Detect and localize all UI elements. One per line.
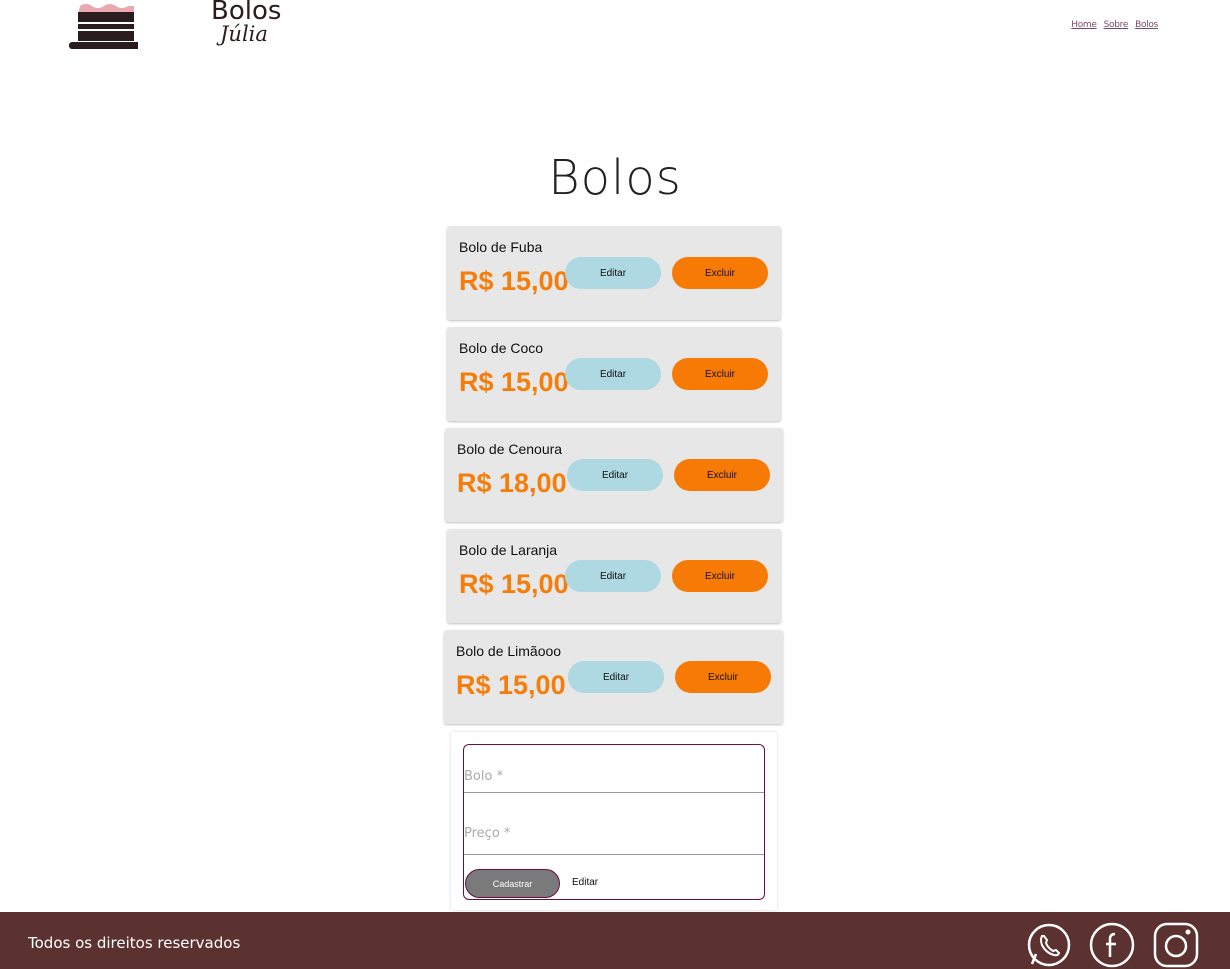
nav-sobre-link[interactable]: Sobre [1104, 20, 1129, 30]
whatsapp-icon[interactable] [1026, 922, 1072, 968]
cake-form: Cadastrar Editar [463, 744, 765, 900]
delete-button[interactable]: Excluir [675, 661, 771, 693]
copyright-text: Todos os direitos reservados [28, 934, 241, 952]
preco-field [464, 793, 764, 864]
edit-button[interactable]: Editar [568, 661, 664, 693]
edit-button[interactable]: Editar [567, 459, 663, 491]
delete-button[interactable]: Excluir [672, 560, 768, 592]
cake-name: Bolo de Cenoura [457, 441, 563, 457]
cake-price: R$ 15,00 [456, 670, 566, 700]
site-logo[interactable]: Bolos Júlia [68, 0, 281, 52]
edit-button[interactable]: Editar [565, 560, 661, 592]
cadastrar-button[interactable]: Cadastrar [465, 869, 560, 898]
bolo-field [464, 745, 764, 800]
cake-card: Bolo de Fuba R$ 15,00 Editar Excluir [447, 226, 781, 320]
edit-button[interactable]: Editar [565, 358, 661, 390]
preco-input[interactable] [464, 793, 764, 864]
instagram-icon[interactable] [1153, 922, 1199, 968]
cake-card: Bolo de Coco R$ 15,00 Editar Excluir [447, 327, 781, 421]
cake-card: Bolo de Cenoura R$ 18,00 Editar Excluir [445, 428, 783, 522]
main-nav: Home Sobre Bolos [1071, 20, 1158, 30]
cake-price: R$ 15,00 [459, 569, 569, 599]
site-footer: Todos os direitos reservados [0, 912, 1230, 969]
delete-button[interactable]: Excluir [672, 257, 768, 289]
edit-button[interactable]: Editar [565, 257, 661, 289]
cake-name: Bolo de Limãooo [456, 643, 562, 659]
cake-logo-icon [69, 4, 138, 49]
cake-price: R$ 18,00 [457, 468, 567, 498]
form-edit-link[interactable]: Editar [572, 877, 598, 888]
cake-name: Bolo de Fuba [459, 239, 543, 255]
cake-card: Bolo de Laranja R$ 15,00 Editar Excluir [447, 529, 781, 623]
nav-bolos-link[interactable]: Bolos [1135, 20, 1158, 30]
bolo-input[interactable] [464, 745, 764, 800]
facebook-icon[interactable] [1089, 922, 1135, 968]
delete-button[interactable]: Excluir [672, 358, 768, 390]
nav-home-link[interactable]: Home [1071, 20, 1097, 30]
cake-form-card: Cadastrar Editar [451, 732, 777, 910]
page-title: Bolos [548, 150, 682, 206]
logo-subtitle: Júlia [220, 22, 268, 46]
cake-card: Bolo de Limãooo R$ 15,00 Editar Excluir [444, 630, 783, 724]
delete-button[interactable]: Excluir [674, 459, 770, 491]
cake-name: Bolo de Coco [459, 340, 544, 356]
cake-name: Bolo de Laranja [459, 542, 558, 558]
cake-price: R$ 15,00 [459, 266, 569, 296]
cake-price: R$ 15,00 [459, 367, 569, 397]
